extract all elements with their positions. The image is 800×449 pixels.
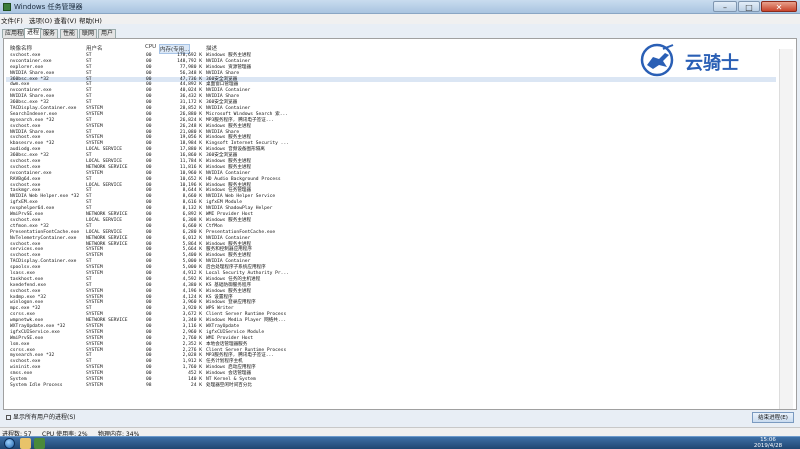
minimize-button[interactable]: –: [713, 1, 737, 12]
taskbar: 15:06 2019/4/28: [0, 436, 800, 449]
process-cpu: 98: [146, 382, 152, 388]
watermark-logo: 云骑士: [639, 43, 789, 77]
checkbox-box[interactable]: [6, 415, 11, 420]
knight-icon: [640, 43, 674, 77]
system-clock[interactable]: 15:06 2019/4/28: [740, 437, 796, 449]
menu-view[interactable]: 查看(V): [54, 15, 77, 25]
explorer-taskbar-icon[interactable]: [20, 438, 31, 449]
process-table: 映像名称 用户名 CPU 内存(专用... 描述 svchost.exe ST 00…: [6, 44, 776, 406]
process-memory: 24 K: [190, 382, 202, 388]
tab-users[interactable]: 用户: [98, 29, 117, 38]
tab-services[interactable]: 服务: [40, 29, 59, 38]
process-user: SYSTEM: [86, 382, 103, 388]
watermark-text: 云骑士: [685, 53, 739, 74]
process-description: 处理器空闲时间百分比: [206, 382, 252, 388]
close-button[interactable]: ✕: [761, 1, 797, 12]
clock-date: 2019/4/28: [753, 443, 783, 449]
menu-options[interactable]: 选项(O): [29, 15, 52, 25]
window-title: Windows 任务管理器: [14, 3, 83, 11]
tab-strip: 应用程序 进程 服务 性能 联网 用户: [0, 28, 800, 38]
process-name: System Idle Process: [10, 382, 63, 388]
table-header: 映像名称 用户名 CPU 内存(专用... 描述: [6, 44, 276, 54]
table-body: svchost.exe ST 00 178,692 K Windows 服务主进程 nvc…: [6, 53, 776, 389]
column-header-user[interactable]: 用户名: [86, 44, 103, 52]
menu-bar: 文件(F) 选项(O) 查看(V) 帮助(H): [0, 14, 800, 25]
task-manager-taskbar-icon[interactable]: [34, 438, 45, 449]
title-bar: Windows 任务管理器 – □ ✕: [0, 0, 800, 14]
column-header-description[interactable]: 描述: [206, 44, 217, 52]
start-button[interactable]: [4, 438, 15, 449]
tab-networking[interactable]: 联网: [79, 29, 98, 38]
column-header-name[interactable]: 映像名称: [10, 44, 32, 52]
processes-panel: 映像名称 用户名 CPU 内存(专用... 描述 svchost.exe ST 00…: [3, 38, 797, 410]
vertical-scrollbar[interactable]: [779, 49, 793, 409]
show-all-users-checkbox[interactable]: 显示所有用户的进程(S): [6, 412, 76, 421]
tab-performance[interactable]: 性能: [60, 29, 79, 38]
column-header-cpu[interactable]: CPU: [145, 44, 156, 50]
end-process-button[interactable]: 结束进程(E): [752, 412, 794, 423]
task-manager-icon: [3, 3, 11, 11]
show-all-label: 显示所有用户的进程(S): [13, 414, 76, 421]
maximize-button[interactable]: □: [738, 1, 760, 12]
menu-help[interactable]: 帮助(H): [79, 15, 102, 25]
status-bar: 进程数: 57 CPU 使用率: 2% 物理内存: 34%: [0, 427, 800, 438]
menu-file[interactable]: 文件(F): [1, 15, 23, 25]
table-row[interactable]: System Idle Process SYSTEM 98 24 K 处理器空闲时间百分…: [6, 383, 776, 389]
